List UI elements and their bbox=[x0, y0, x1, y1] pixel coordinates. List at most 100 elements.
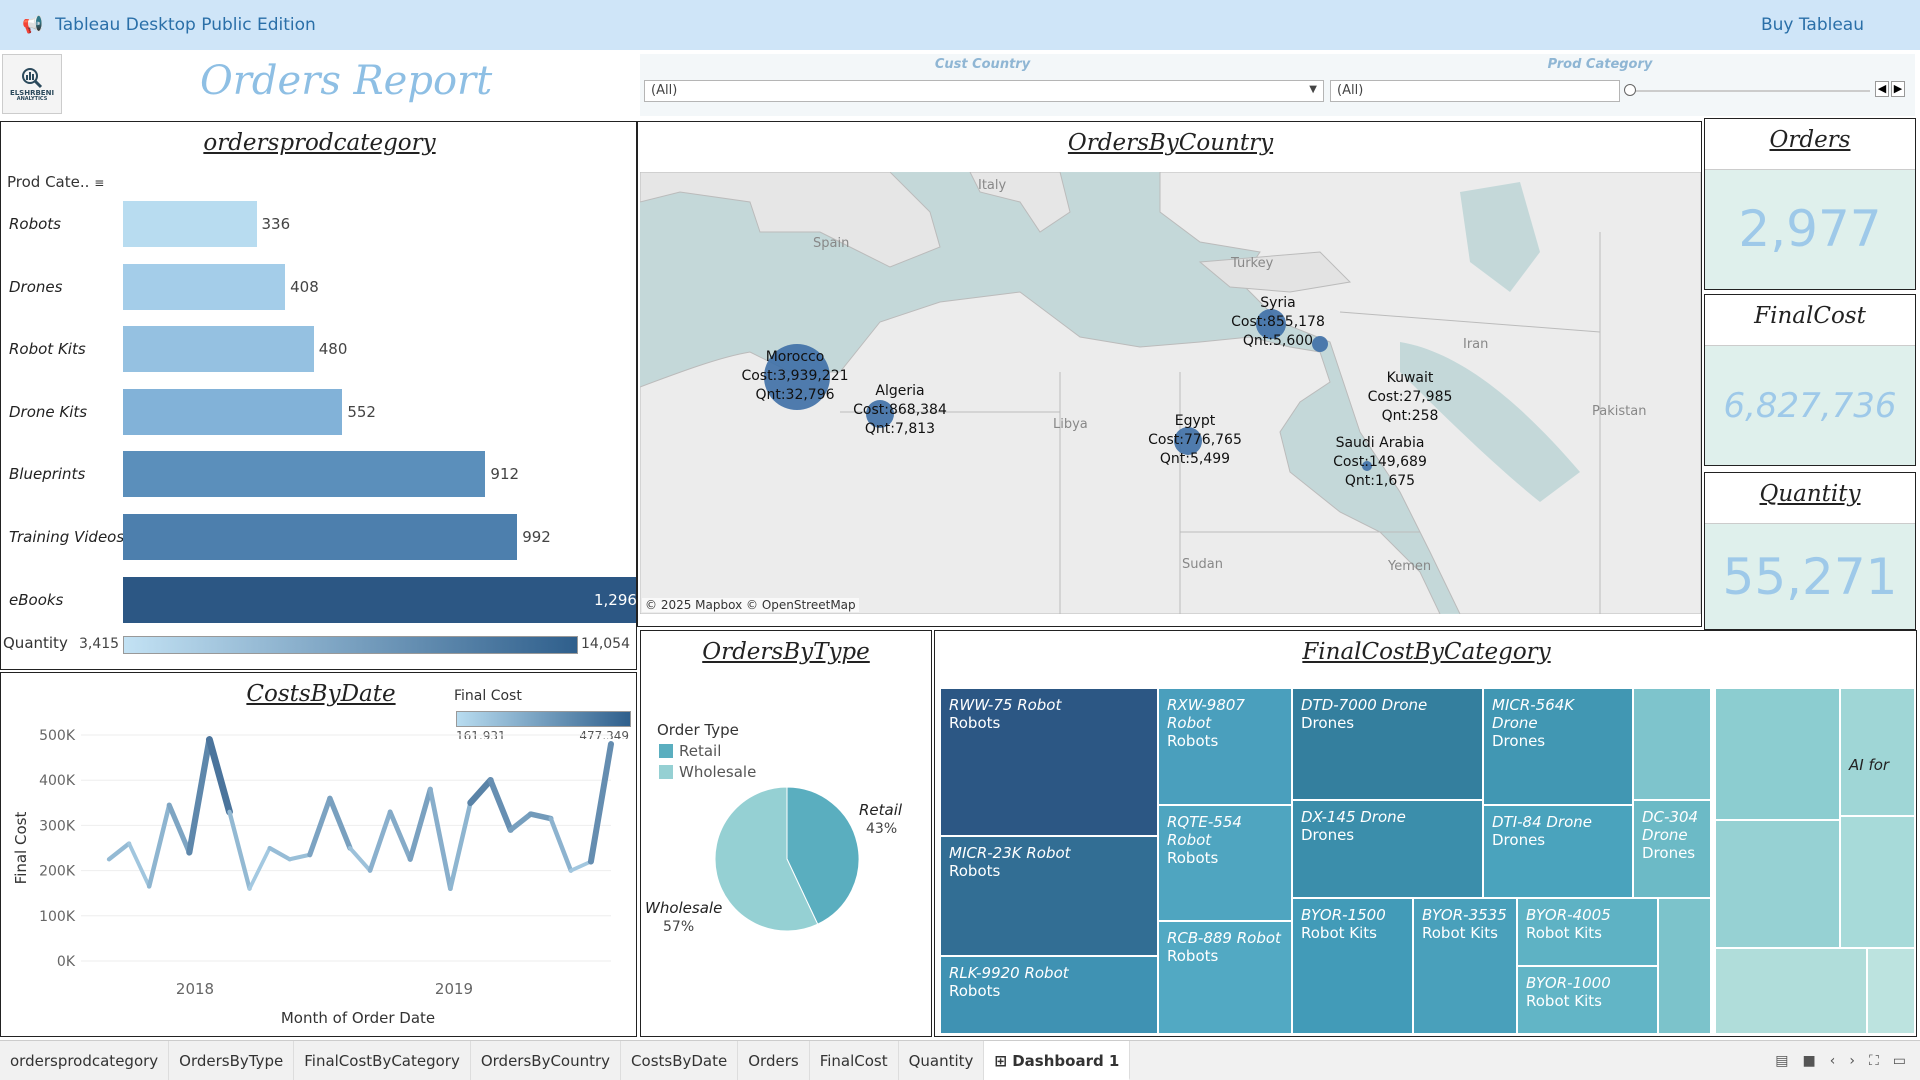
line-segment[interactable] bbox=[507, 811, 534, 833]
line-segment[interactable] bbox=[287, 852, 312, 862]
tm-cell[interactable]: BYOR-1500 Robot Kits bbox=[1292, 898, 1413, 1034]
tm-cell[interactable] bbox=[1840, 816, 1915, 948]
tm-cell[interactable]: RQTE-554 Robot Robots bbox=[1158, 805, 1292, 921]
line-segment[interactable] bbox=[407, 786, 433, 862]
line-segment[interactable] bbox=[487, 777, 514, 833]
next-sheet-icon[interactable]: › bbox=[1849, 1053, 1855, 1069]
country-qnt: 32,796 bbox=[785, 386, 835, 403]
tm-cell[interactable]: RCB-889 Robot Robots bbox=[1158, 921, 1292, 1034]
line-segment[interactable] bbox=[467, 776, 494, 807]
cust-country-dropdown[interactable]: (All) ▼ bbox=[644, 80, 1324, 102]
line-segment[interactable] bbox=[227, 809, 252, 891]
line-segment[interactable] bbox=[587, 741, 614, 865]
costs-line-chart[interactable]: 0K 100K 200K 300K 400K 500K 2018 2019Month of O… bbox=[1, 673, 638, 1038]
tm-cell-cat: Drones bbox=[1492, 732, 1546, 750]
country-cost: 776,765 bbox=[1183, 431, 1242, 448]
line-segment[interactable] bbox=[327, 795, 353, 851]
line-segment[interactable] bbox=[307, 795, 333, 858]
line-segment[interactable] bbox=[387, 809, 413, 862]
bar[interactable] bbox=[123, 201, 257, 247]
tm-cell-cat: Robots bbox=[1167, 732, 1219, 750]
kpi-orders-title: Orders bbox=[1769, 127, 1851, 153]
next-arrow-icon[interactable]: ▶ bbox=[1891, 81, 1905, 97]
tab-quantity[interactable]: Quantity bbox=[899, 1040, 985, 1080]
tm-cell[interactable] bbox=[1633, 688, 1711, 800]
pie-pct-retail: 43% bbox=[866, 821, 898, 837]
bar[interactable] bbox=[123, 388, 343, 435]
treemap-area[interactable]: RWW-75 Robot Robots MICR-23K Robot Robots … bbox=[940, 688, 1915, 1034]
tm-cell[interactable]: RWW-75 Robot Robots bbox=[940, 688, 1158, 836]
bar-label: Robots bbox=[9, 215, 61, 233]
map-attribution[interactable]: © 2025 Mapbox © OpenStreetMap bbox=[642, 598, 859, 612]
map-area[interactable]: Italy Spain Turkey Iran Libya Pakistan S… bbox=[640, 172, 1701, 614]
tm-cell[interactable]: DTI-84 Drone Drones bbox=[1483, 805, 1633, 898]
tm-cell-name: BYOR-1000 bbox=[1526, 974, 1611, 992]
line-segment[interactable] bbox=[427, 786, 453, 892]
prod-category-slider[interactable] bbox=[1630, 90, 1870, 92]
kpi-finalcost-value: 6,827,736 bbox=[1723, 386, 1897, 426]
line-segment[interactable] bbox=[267, 845, 292, 862]
slider-handle[interactable] bbox=[1624, 84, 1636, 96]
country-qnt: 5,499 bbox=[1190, 450, 1231, 467]
line-segment[interactable] bbox=[548, 816, 574, 873]
line-segment[interactable] bbox=[347, 846, 373, 873]
line-segment[interactable] bbox=[166, 802, 192, 856]
line-segment[interactable] bbox=[205, 736, 233, 816]
tm-cell[interactable]: DC-304 Drone Drones bbox=[1633, 800, 1711, 898]
line-segment[interactable] bbox=[186, 736, 213, 856]
grid-view-icon[interactable]: ▤ bbox=[1775, 1053, 1788, 1069]
tab-finalcostbycategory[interactable]: FinalCostByCategory bbox=[294, 1040, 471, 1080]
presentation-icon[interactable]: ▭ bbox=[1893, 1053, 1906, 1069]
costsbydate-panel: CostsByDate Final Cost 161,931 477,349 0K… bbox=[0, 672, 637, 1037]
tm-cell-cat: Robots bbox=[949, 714, 1001, 732]
prod-category-value: (All) bbox=[1337, 83, 1364, 98]
tab-ordersbytype[interactable]: OrdersByType bbox=[169, 1040, 295, 1080]
prod-category-input[interactable]: (All) bbox=[1330, 80, 1620, 102]
buy-tableau-link[interactable]: Buy Tableau bbox=[1761, 15, 1864, 35]
tm-cell[interactable]: RLK-9920 Robot Robots bbox=[940, 956, 1158, 1034]
line-segment[interactable] bbox=[367, 809, 393, 873]
tab-dashboard-1[interactable]: ⊞ Dashboard 1 bbox=[984, 1040, 1131, 1080]
tab-orders[interactable]: Orders bbox=[738, 1040, 810, 1080]
first-sheet-icon[interactable]: ■ bbox=[1803, 1053, 1816, 1069]
line-segment[interactable] bbox=[448, 800, 473, 891]
tm-cell[interactable] bbox=[1715, 820, 1840, 948]
tm-cell-cat: Drones bbox=[1642, 844, 1696, 862]
tm-cell[interactable]: MICR-23K Robot Robots bbox=[940, 836, 1158, 956]
tm-cell[interactable] bbox=[1715, 688, 1840, 820]
tab-finalcost[interactable]: FinalCost bbox=[810, 1040, 899, 1080]
map-title: OrdersByCountry bbox=[1067, 130, 1274, 156]
tm-cell[interactable] bbox=[1867, 948, 1915, 1034]
tm-cell[interactable]: BYOR-4005 Robot Kits bbox=[1517, 898, 1658, 966]
tm-cell[interactable]: RXW-9807 Robot Robots bbox=[1158, 688, 1292, 805]
line-segment[interactable] bbox=[146, 802, 172, 889]
bar[interactable] bbox=[123, 326, 314, 373]
bar[interactable] bbox=[123, 263, 286, 310]
prev-arrow-icon[interactable]: ◀ bbox=[1875, 81, 1889, 97]
line-segment[interactable] bbox=[247, 846, 272, 891]
cost-prefix: Cost: bbox=[741, 367, 778, 384]
prev-sheet-icon[interactable]: ‹ bbox=[1830, 1053, 1836, 1069]
tm-cell[interactable] bbox=[1715, 948, 1867, 1034]
line-segment[interactable] bbox=[527, 811, 554, 822]
bar[interactable] bbox=[123, 576, 636, 623]
bar[interactable] bbox=[123, 514, 518, 560]
tm-cell[interactable] bbox=[1658, 898, 1711, 1034]
tab-ordersprodcategory[interactable]: ordersprodcategory bbox=[0, 1040, 170, 1080]
tm-cell[interactable]: MICR-564K Drone Drones bbox=[1483, 688, 1633, 805]
line-segment[interactable] bbox=[127, 841, 152, 889]
tab-ordersbycountry[interactable]: OrdersByCountry bbox=[471, 1040, 622, 1080]
fullscreen-icon[interactable]: ⛶ bbox=[1869, 1053, 1879, 1069]
tm-cell[interactable]: DTD-7000 Drone Drones bbox=[1292, 688, 1483, 800]
tm-cell[interactable]: AI for bbox=[1840, 688, 1915, 816]
tm-cell[interactable]: BYOR-3535 Robot Kits bbox=[1413, 898, 1517, 1034]
tab-costsbydate[interactable]: CostsByDate bbox=[621, 1040, 739, 1080]
treemap-panel: FinalCostByCategory RWW-75 Robot Robots M… bbox=[934, 630, 1917, 1037]
bar[interactable] bbox=[123, 451, 486, 498]
tm-cell-name: RCB-889 Robot bbox=[1167, 929, 1281, 947]
tm-cell[interactable]: BYOR-1000 Robot Kits bbox=[1517, 966, 1658, 1034]
line-segment[interactable] bbox=[106, 841, 132, 862]
line-segment[interactable] bbox=[568, 859, 593, 873]
tm-cell[interactable]: DX-145 Drone Drones bbox=[1292, 800, 1483, 898]
country-cost: 149,689 bbox=[1368, 453, 1427, 470]
